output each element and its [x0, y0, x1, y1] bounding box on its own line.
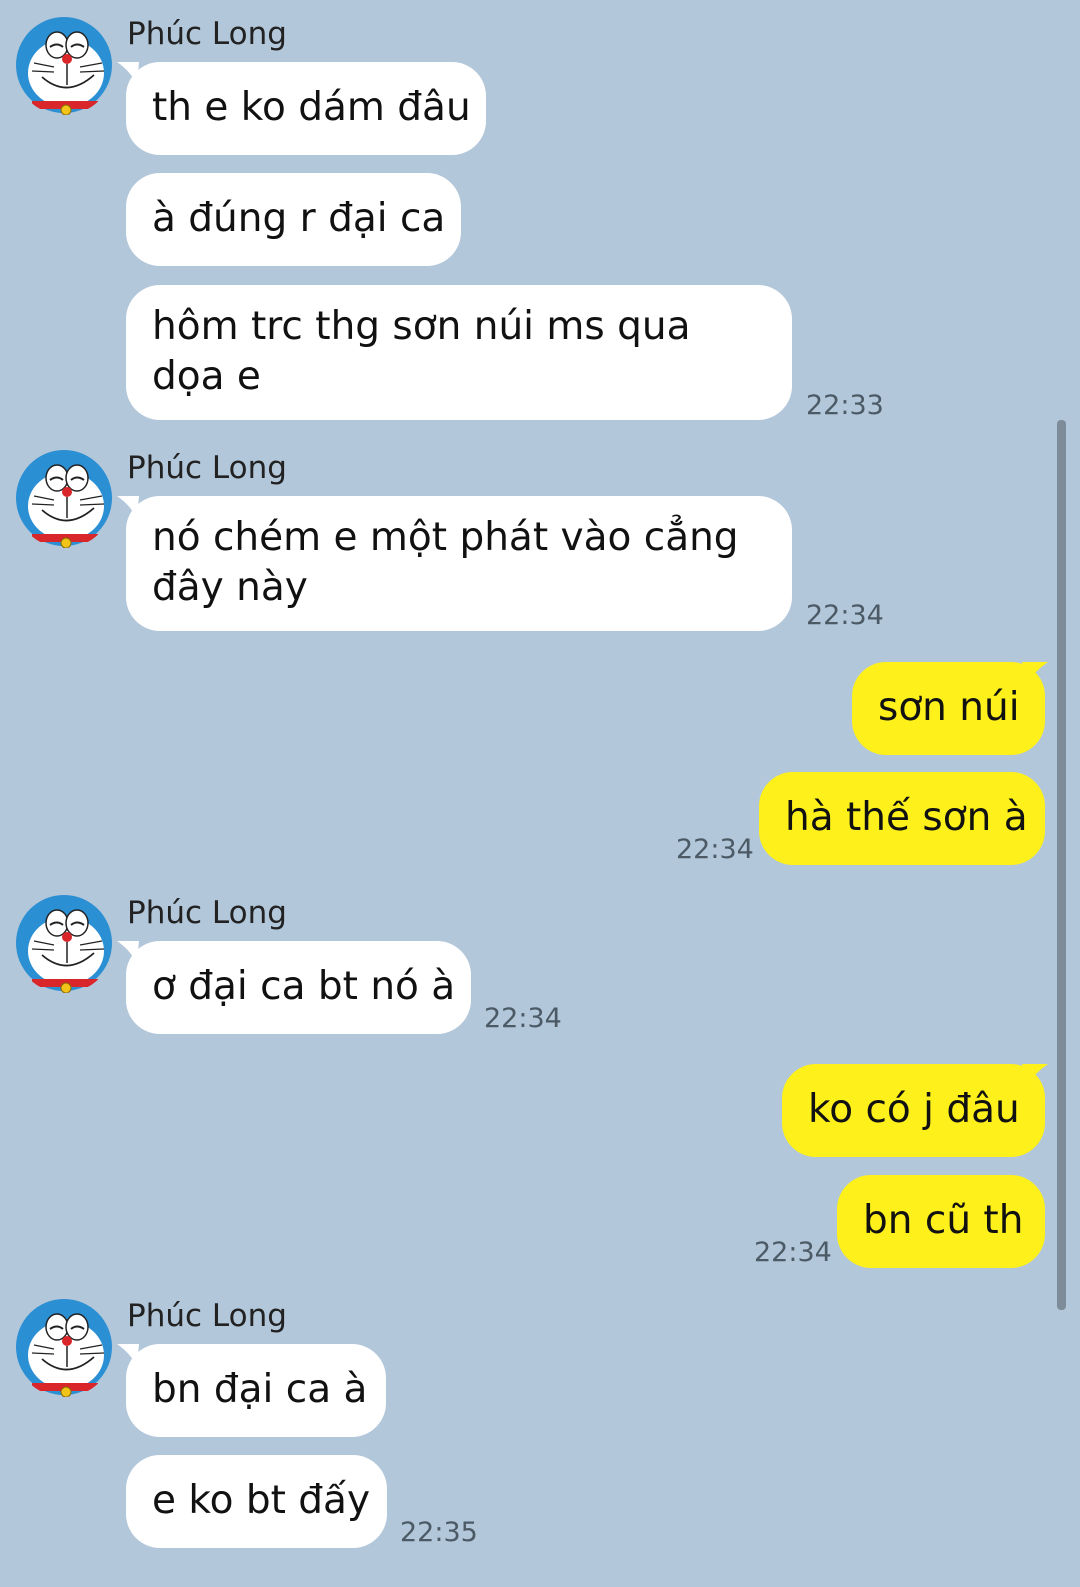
contact-avatar[interactable]: [14, 1297, 114, 1397]
message-text: hà thế sơn à: [785, 795, 1028, 840]
doraemon-avatar-icon: [14, 893, 114, 993]
message-bubble[interactable]: bn cũ th: [837, 1175, 1045, 1268]
message-text: ko có j đâu: [808, 1087, 1020, 1132]
message-text: sơn núi: [878, 685, 1020, 730]
message-timestamp: 22:34: [676, 834, 754, 865]
message-text: th e ko dám đâu: [152, 85, 471, 130]
message-bubble[interactable]: sơn núi: [852, 662, 1045, 755]
scrollbar[interactable]: [1057, 420, 1066, 1310]
message-text: hôm trc thg sơn núi ms qua dọa e: [152, 304, 691, 399]
doraemon-avatar-icon: [14, 448, 114, 548]
message-text: e ko bt đấy: [152, 1478, 371, 1523]
message-bubble[interactable]: nó chém e một phát vào cẳng đây này: [126, 496, 792, 631]
message-bubble[interactable]: ơ đại ca bt nó à: [126, 941, 471, 1034]
doraemon-avatar-icon: [14, 15, 114, 115]
message-timestamp: 22:33: [806, 390, 884, 421]
message-bubble[interactable]: bn đại ca à: [126, 1344, 386, 1437]
message-text: ơ đại ca bt nó à: [152, 964, 456, 1009]
doraemon-avatar-icon: [14, 1297, 114, 1397]
message-text: à đúng r đại ca: [152, 196, 446, 241]
message-timestamp: 22:34: [806, 600, 884, 631]
message-text: bn cũ th: [863, 1198, 1024, 1243]
message-bubble[interactable]: th e ko dám đâu: [126, 62, 486, 155]
message-text: nó chém e một phát vào cẳng đây này: [152, 515, 739, 610]
sender-name: Phúc Long: [127, 450, 287, 486]
message-bubble[interactable]: à đúng r đại ca: [126, 173, 461, 266]
message-bubble[interactable]: ko có j đâu: [782, 1064, 1045, 1157]
contact-avatar[interactable]: [14, 448, 114, 548]
contact-avatar[interactable]: [14, 15, 114, 115]
message-bubble[interactable]: e ko bt đấy: [126, 1455, 387, 1548]
sender-name: Phúc Long: [127, 895, 287, 931]
contact-avatar[interactable]: [14, 893, 114, 993]
message-timestamp: 22:35: [400, 1517, 478, 1548]
message-bubble[interactable]: hôm trc thg sơn núi ms qua dọa e: [126, 285, 792, 420]
sender-name: Phúc Long: [127, 1298, 287, 1334]
message-timestamp: 22:34: [754, 1237, 832, 1268]
message-timestamp: 22:34: [484, 1003, 562, 1034]
message-bubble[interactable]: hà thế sơn à: [759, 772, 1045, 865]
sender-name: Phúc Long: [127, 16, 287, 52]
message-text: bn đại ca à: [152, 1367, 368, 1412]
